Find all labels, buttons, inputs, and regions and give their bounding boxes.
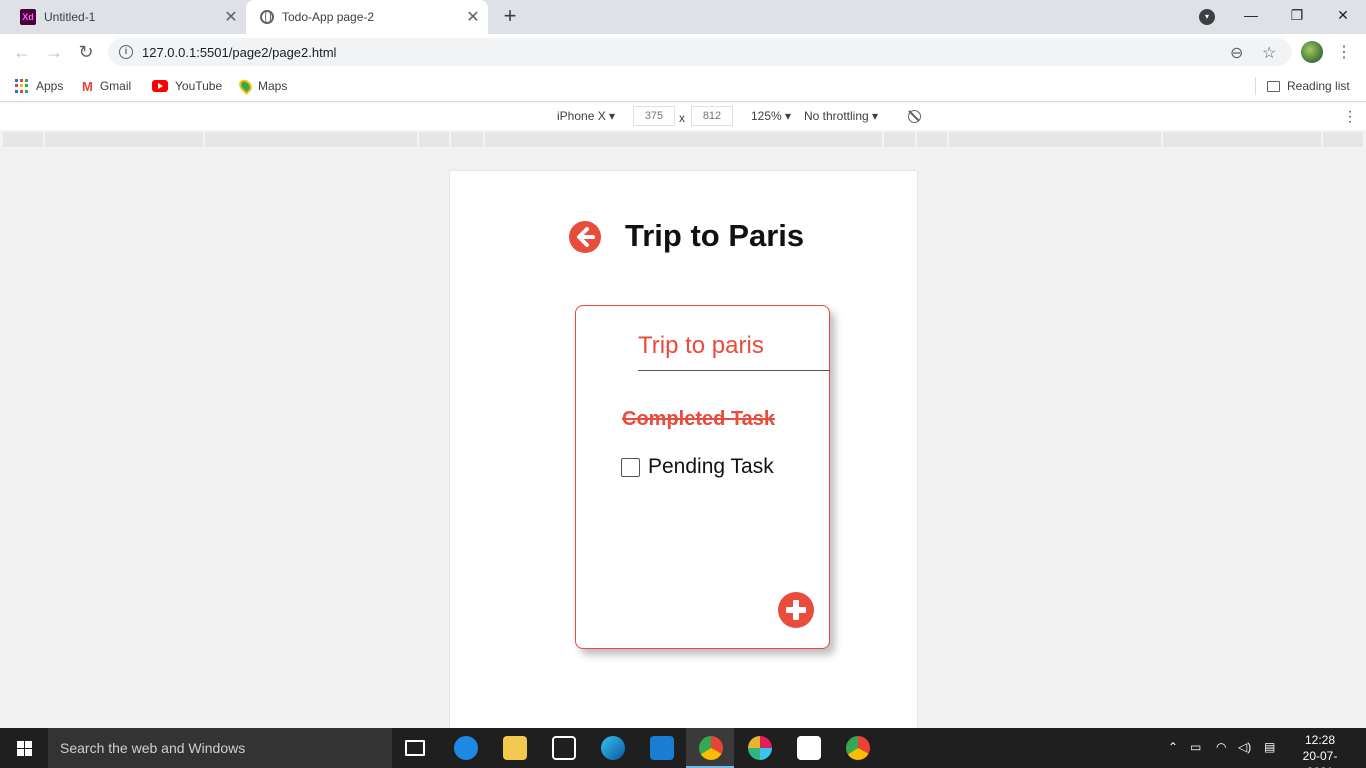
wifi-icon[interactable]: ◠: [1216, 740, 1226, 754]
clock-time: 12:28: [1304, 733, 1336, 747]
slack-icon[interactable]: [748, 736, 772, 760]
globe-icon: [260, 10, 274, 24]
tab-strip: Xd Untitled-1 ✕ Todo-App page-2 ✕ + ▾ — …: [0, 0, 1366, 34]
tab-search-icon[interactable]: ▾: [1199, 9, 1215, 25]
minimize-button[interactable]: —: [1228, 0, 1274, 30]
bookmark-star-icon[interactable]: ☆: [1262, 43, 1276, 63]
dimension-times: x: [679, 111, 685, 125]
volume-icon[interactable]: ◁): [1238, 740, 1251, 754]
notification-icon[interactable]: ▤: [1264, 740, 1275, 754]
rotate-icon[interactable]: [908, 110, 921, 123]
gmail-icon: M: [82, 78, 93, 94]
bookmark-label: Gmail: [99, 79, 132, 93]
throttling-select[interactable]: No throttling ▾: [804, 109, 878, 123]
back-arrow-icon[interactable]: ←: [10, 40, 34, 64]
zoom-icon[interactable]: ⊖: [1230, 43, 1243, 63]
bookmark-label: Maps: [258, 79, 288, 93]
browser-toolbar: ← → ↻ i 127.0.0.1:5501/page2/page2.html …: [0, 34, 1366, 70]
reload-icon[interactable]: ↻: [74, 40, 98, 64]
browser-menu-icon[interactable]: ⋮: [1336, 42, 1352, 62]
tab-untitled[interactable]: Xd Untitled-1 ✕: [8, 0, 246, 34]
zoom-select[interactable]: 125% ▾: [751, 109, 791, 123]
maps-pin-icon: [236, 77, 255, 95]
clock-date: 20-07-2021: [1302, 749, 1338, 768]
file-explorer-icon[interactable]: [503, 736, 527, 760]
tab-todo-app[interactable]: Todo-App page-2 ✕: [246, 0, 488, 34]
store-icon[interactable]: [552, 736, 576, 760]
tab-title: Untitled-1: [44, 10, 96, 24]
battery-icon[interactable]: ▭: [1190, 740, 1201, 754]
divider: [1255, 77, 1256, 95]
task-view-icon[interactable]: [405, 740, 425, 756]
address-bar[interactable]: i 127.0.0.1:5501/page2/page2.html ⊖ ☆: [108, 38, 1292, 66]
close-window-button[interactable]: ✕: [1320, 0, 1366, 30]
device-viewport: Trip to Paris Trip to paris Completed Ta…: [0, 149, 1366, 732]
chevron-up-icon[interactable]: ⌃: [1168, 740, 1178, 754]
height-input[interactable]: 812: [691, 106, 733, 126]
windows-taskbar: Search the web and Windows ⌃ ▭ ◠ ◁) ▤ 12…: [0, 728, 1366, 768]
width-input[interactable]: 375: [633, 106, 675, 126]
bookmark-youtube[interactable]: YouTube: [152, 77, 222, 95]
close-tab-icon[interactable]: ✕: [462, 7, 484, 27]
bookmark-maps[interactable]: Maps: [236, 77, 288, 95]
url-text: 127.0.0.1:5501/page2/page2.html: [142, 45, 337, 60]
throttling-value: No throttling: [804, 109, 869, 123]
device-toolbar: iPhone X ▾ 375 x 812 125% ▾ No throttlin…: [0, 103, 1366, 130]
bookmarks-bar: Apps M Gmail YouTube Maps Reading list: [0, 70, 1366, 102]
zoom-value: 125%: [751, 109, 782, 123]
device-select[interactable]: iPhone X ▾: [557, 109, 615, 123]
device-menu-icon[interactable]: ⋮: [1343, 108, 1357, 125]
profile-avatar[interactable]: [1301, 41, 1323, 63]
adobe-xd-icon: Xd: [20, 9, 36, 25]
new-tab-button[interactable]: +: [498, 4, 522, 28]
title-underline: [638, 370, 830, 371]
add-task-button[interactable]: [778, 592, 814, 628]
tab-title: Todo-App page-2: [282, 10, 375, 24]
back-arrow-icon[interactable]: [569, 221, 601, 253]
edge-legacy-icon[interactable]: [454, 736, 478, 760]
pending-task-row: Pending Task: [621, 455, 774, 479]
list-title[interactable]: Trip to paris: [638, 332, 764, 360]
reading-list-button[interactable]: Reading list: [1267, 77, 1350, 95]
youtube-icon: [152, 80, 168, 92]
bookmark-apps[interactable]: Apps: [15, 77, 63, 95]
chrome-icon[interactable]: [699, 736, 723, 760]
chrome-icon[interactable]: [846, 736, 870, 760]
forward-arrow-icon[interactable]: →: [42, 40, 66, 64]
windows-start-button[interactable]: [0, 728, 48, 768]
restore-button[interactable]: ❐: [1274, 0, 1320, 30]
reading-list-label: Reading list: [1287, 79, 1350, 93]
task-checkbox[interactable]: [621, 457, 640, 477]
info-icon[interactable]: i: [119, 45, 133, 59]
close-tab-icon[interactable]: ✕: [220, 7, 242, 27]
completed-task[interactable]: Completed Task: [622, 408, 775, 431]
reading-list-icon: [1267, 80, 1280, 92]
pending-task: Pending Task: [648, 455, 774, 478]
apps-grid-icon: [15, 79, 29, 93]
todo-list-card: Trip to paris Completed Task Pending Tas…: [575, 305, 830, 649]
taskbar-search-input[interactable]: Search the web and Windows: [48, 728, 392, 768]
bookmark-label: Apps: [36, 79, 64, 93]
photos-icon[interactable]: [797, 736, 821, 760]
todo-app-page: Trip to Paris Trip to paris Completed Ta…: [449, 170, 918, 730]
device-name: iPhone X: [557, 109, 606, 123]
page-title: Trip to Paris: [625, 218, 805, 253]
bookmark-label: YouTube: [175, 79, 223, 93]
media-query-bar: [0, 130, 1366, 149]
edge-icon[interactable]: [601, 736, 625, 760]
bookmark-gmail[interactable]: M Gmail: [82, 77, 131, 95]
vscode-icon[interactable]: [650, 736, 674, 760]
taskbar-clock[interactable]: 12:28 20-07-2021: [1290, 732, 1350, 768]
